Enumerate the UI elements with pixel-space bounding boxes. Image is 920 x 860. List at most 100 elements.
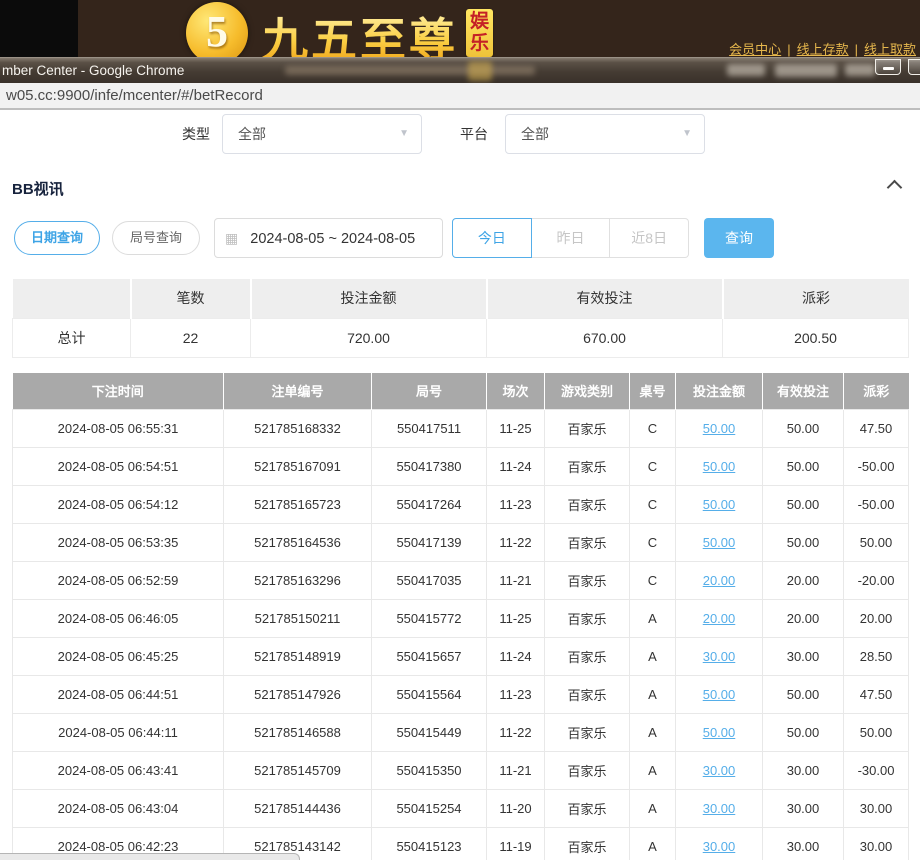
quick-yesterday-button[interactable]: 昨日 <box>532 218 611 258</box>
nav-withdraw[interactable]: 线上取款 <box>864 42 916 57</box>
bet-amount-link[interactable]: 50.00 <box>703 687 736 702</box>
bet-row: 2024-08-05 06:44:51521785147926550415564… <box>13 676 909 714</box>
bet-header-game-type: 游戏类别 <box>545 373 630 410</box>
cell-session: 11-22 <box>487 714 545 752</box>
cell-bet-time: 2024-08-05 06:54:12 <box>13 486 224 524</box>
address-bar[interactable]: w05.cc:9900/infe/mcenter/#/betRecord <box>0 83 920 110</box>
quick-today-button[interactable]: 今日 <box>452 218 532 258</box>
cell-bet-amount: 50.00 <box>676 410 763 448</box>
bet-amount-link[interactable]: 20.00 <box>703 611 736 626</box>
cell-payout: -50.00 <box>844 486 909 524</box>
maximize-button[interactable] <box>908 59 920 75</box>
chevron-down-icon: ▼ <box>682 115 692 153</box>
minimize-button[interactable] <box>875 59 901 75</box>
cell-round-id: 550415772 <box>372 600 487 638</box>
bet-amount-link[interactable]: 50.00 <box>703 535 736 550</box>
cell-round-id: 550417139 <box>372 524 487 562</box>
cell-bet-amount: 50.00 <box>676 714 763 752</box>
cell-round-id: 550417035 <box>372 562 487 600</box>
cell-game-type: 百家乐 <box>545 600 630 638</box>
summary-header-empty <box>13 279 131 318</box>
cell-valid-bet: 50.00 <box>763 714 844 752</box>
cell-round-id: 550415350 <box>372 752 487 790</box>
bet-amount-link[interactable]: 30.00 <box>703 801 736 816</box>
platform-filter-select[interactable]: 全部 ▼ <box>505 114 705 154</box>
cell-bet-time: 2024-08-05 06:45:25 <box>13 638 224 676</box>
bet-amount-link[interactable]: 20.00 <box>703 573 736 588</box>
chevron-down-icon: ▼ <box>399 115 409 153</box>
cell-round-id: 550417380 <box>372 448 487 486</box>
bet-row: 2024-08-05 06:45:25521785148919550415657… <box>13 638 909 676</box>
cell-bet-amount: 30.00 <box>676 828 763 860</box>
bet-amount-link[interactable]: 50.00 <box>703 725 736 740</box>
cell-bet-amount: 50.00 <box>676 448 763 486</box>
section-title: BB视讯 <box>12 181 64 198</box>
nav-member-center[interactable]: 会员中心 <box>729 42 781 57</box>
cell-session: 11-21 <box>487 752 545 790</box>
cell-bet-time: 2024-08-05 06:44:11 <box>13 714 224 752</box>
cell-bet-amount: 20.00 <box>676 600 763 638</box>
filter-row: 类型 全部 ▼ 平台 全部 ▼ <box>0 112 920 158</box>
bet-amount-link[interactable]: 50.00 <box>703 421 736 436</box>
bet-amount-link[interactable]: 50.00 <box>703 497 736 512</box>
cell-session: 11-22 <box>487 524 545 562</box>
calendar-icon: ▦ <box>225 230 238 246</box>
cell-bet-id: 521785146588 <box>224 714 372 752</box>
date-range-input[interactable]: ▦ 2024-08-05 ~ 2024-08-05 <box>214 218 443 258</box>
summary-total-label: 总计 <box>13 318 131 357</box>
summary-header-valid-bet: 有效投注 <box>487 279 723 318</box>
cell-bet-id: 521785147926 <box>224 676 372 714</box>
summary-total-row: 总计 22 720.00 670.00 200.50 <box>13 318 909 357</box>
brand-badge: 娱 乐 <box>466 9 493 57</box>
cell-bet-amount: 50.00 <box>676 524 763 562</box>
summary-header-payout: 派彩 <box>723 279 909 318</box>
type-filter-value: 全部 <box>238 126 266 142</box>
cell-table-no: A <box>630 828 676 860</box>
cell-session: 11-20 <box>487 790 545 828</box>
cell-table-no: A <box>630 790 676 828</box>
bet-amount-link[interactable]: 30.00 <box>703 763 736 778</box>
brand-logo-icon: 5 <box>186 2 248 64</box>
cell-round-id: 550417264 <box>372 486 487 524</box>
round-query-tab[interactable]: 局号查询 <box>112 221 200 255</box>
cell-bet-time: 2024-08-05 06:55:31 <box>13 410 224 448</box>
bet-amount-link[interactable]: 30.00 <box>703 649 736 664</box>
date-query-tab[interactable]: 日期查询 <box>14 221 100 255</box>
cell-bet-time: 2024-08-05 06:43:41 <box>13 752 224 790</box>
cell-round-id: 550415564 <box>372 676 487 714</box>
cell-valid-bet: 20.00 <box>763 562 844 600</box>
blurred-gold-seal <box>468 61 492 81</box>
summary-total-payout: 200.50 <box>723 318 909 357</box>
section-header: BB视讯 <box>0 178 920 196</box>
cell-payout: 30.00 <box>844 828 909 860</box>
cell-round-id: 550415657 <box>372 638 487 676</box>
cell-payout: 47.50 <box>844 676 909 714</box>
bet-amount-link[interactable]: 30.00 <box>703 839 736 854</box>
header-dark-block <box>0 0 78 57</box>
quick-8days-button[interactable]: 近8日 <box>610 218 689 258</box>
bet-table-body: 2024-08-05 06:55:31521785168332550417511… <box>13 410 909 860</box>
cell-game-type: 百家乐 <box>545 524 630 562</box>
cell-table-no: A <box>630 600 676 638</box>
search-button[interactable]: 查询 <box>704 218 774 258</box>
cell-table-no: A <box>630 752 676 790</box>
collapse-chevron-up-icon[interactable] <box>887 180 903 196</box>
cell-valid-bet: 30.00 <box>763 638 844 676</box>
screen: 5 九五至尊 娱 乐 会员中心|线上存款|线上取款 mber Center - … <box>0 0 920 860</box>
cell-bet-id: 521785150211 <box>224 600 372 638</box>
summary-header-count: 笔数 <box>131 279 251 318</box>
badge-char-1: 娱 <box>470 11 489 33</box>
cell-payout: 50.00 <box>844 714 909 752</box>
cell-bet-id: 521785145709 <box>224 752 372 790</box>
bet-row: 2024-08-05 06:54:12521785165723550417264… <box>13 486 909 524</box>
cell-bet-id: 521785144436 <box>224 790 372 828</box>
cell-bet-amount: 50.00 <box>676 486 763 524</box>
cell-table-no: C <box>630 562 676 600</box>
nav-deposit[interactable]: 线上存款 <box>797 42 849 57</box>
cell-round-id: 550415254 <box>372 790 487 828</box>
cell-payout: 50.00 <box>844 524 909 562</box>
bet-header-round-id: 局号 <box>372 373 487 410</box>
type-filter-select[interactable]: 全部 ▼ <box>222 114 422 154</box>
cell-session: 11-24 <box>487 448 545 486</box>
bet-amount-link[interactable]: 50.00 <box>703 459 736 474</box>
